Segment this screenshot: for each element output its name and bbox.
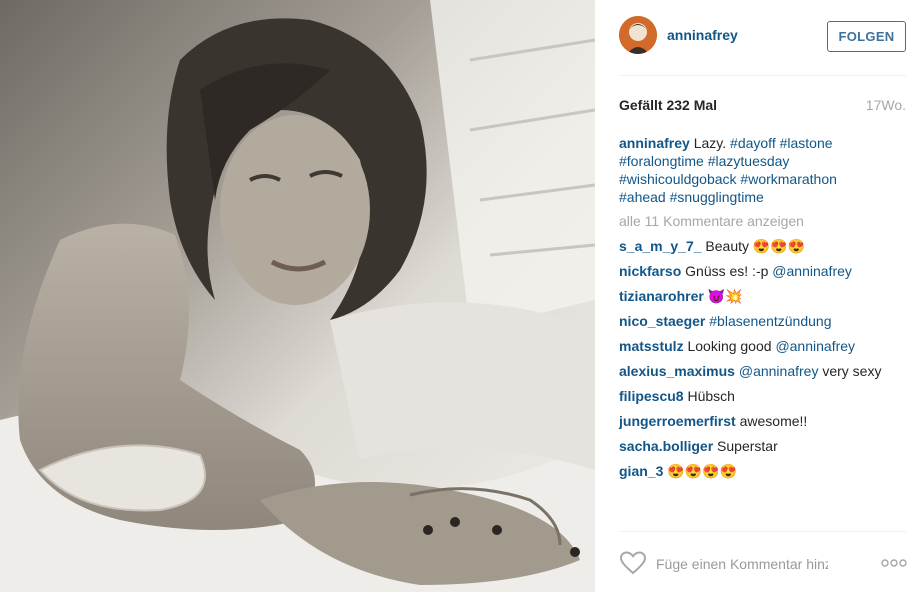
caption-text: Lazy.	[693, 135, 727, 151]
footer-divider	[619, 531, 906, 532]
comment-item: nico_staeger #blasenentzündung	[619, 313, 909, 338]
follow-button[interactable]: FOLGEN	[827, 21, 906, 52]
post-header: anninafrey FOLGEN	[595, 0, 916, 76]
comment-text: 😈💥	[707, 288, 743, 304]
comment-hashtag[interactable]: #blasenentzündung	[709, 313, 831, 329]
comment-username[interactable]: alexius_maximus	[619, 363, 735, 379]
hashtag[interactable]: #ahead	[619, 189, 666, 205]
avatar[interactable]	[619, 16, 657, 54]
heart-icon[interactable]	[619, 551, 647, 575]
comment-username[interactable]: filipescu8	[619, 388, 684, 404]
comment-username[interactable]: jungerroemerfirst	[619, 413, 736, 429]
like-count[interactable]: Gefällt 232 Mal	[619, 97, 717, 113]
comment-username[interactable]: matsstulz	[619, 338, 684, 354]
hashtag[interactable]: #dayoff	[730, 135, 776, 151]
author-username[interactable]: anninafrey	[667, 27, 738, 43]
comment-username[interactable]: gian_3	[619, 463, 663, 479]
comment-text: Hübsch	[687, 388, 735, 404]
caption-username[interactable]: anninafrey	[619, 135, 690, 151]
hashtag[interactable]: #lazytuesday	[708, 153, 790, 169]
show-all-comments-link[interactable]: alle 11 Kommentare anzeigen	[619, 213, 804, 229]
comment-item: tizianarohrer 😈💥	[619, 288, 909, 313]
hashtag[interactable]: #workmarathon	[740, 171, 837, 187]
comment-text: awesome!!	[739, 413, 808, 429]
avatar-image	[619, 16, 657, 54]
header-divider	[619, 75, 906, 76]
comment-item: matsstulz Looking good @anninafrey	[619, 338, 909, 363]
comment-input[interactable]	[656, 554, 828, 574]
hashtag[interactable]: #foralongtime	[619, 153, 704, 169]
comment-text: Superstar	[717, 438, 778, 454]
comment-text: very sexy	[822, 363, 882, 379]
hashtag[interactable]: #wishicouldgoback	[619, 171, 737, 187]
comment-item: s_a_m_y_7_ Beauty 😍😍😍	[619, 238, 909, 263]
comment-username[interactable]: nickfarso	[619, 263, 681, 279]
comment-item: nickfarso Gnüss es! :-p @anninafrey	[619, 263, 909, 288]
comment-text: 😍😍😍😍	[667, 463, 737, 479]
post-age[interactable]: 17Wo.	[866, 97, 906, 113]
comment-item: alexius_maximus @anninafrey very sexy	[619, 363, 909, 388]
comment-item: sacha.bolliger Superstar	[619, 438, 909, 463]
comment-mention[interactable]: @anninafrey	[739, 363, 819, 379]
comment-mention[interactable]: @anninafrey	[775, 338, 855, 354]
comment-text: Looking good	[687, 338, 772, 354]
comment-username[interactable]: tizianarohrer	[619, 288, 704, 304]
comment-text: Gnüss es! :-p	[685, 263, 769, 279]
post-sidebar: anninafrey FOLGEN Gefällt 232 Mal 17Wo. …	[595, 0, 916, 592]
photo-illustration	[0, 0, 595, 592]
post-caption: anninafrey Lazy. #dayoff #lastone #foral…	[619, 134, 879, 206]
comment-username[interactable]: sacha.bolliger	[619, 438, 713, 454]
more-options-icon[interactable]	[881, 556, 907, 568]
post-photo[interactable]	[0, 0, 595, 592]
comment-text: Beauty 😍😍😍	[705, 238, 806, 254]
comment-mention[interactable]: @anninafrey	[772, 263, 852, 279]
comment-list: s_a_m_y_7_ Beauty 😍😍😍 nickfarso Gnüss es…	[619, 238, 909, 488]
comment-item: gian_3 😍😍😍😍	[619, 463, 909, 488]
hashtag[interactable]: #lastone	[780, 135, 833, 151]
comment-item: filipescu8 Hübsch	[619, 388, 909, 413]
comment-username[interactable]: nico_staeger	[619, 313, 705, 329]
hashtag[interactable]: #snugglingtime	[670, 189, 764, 205]
comment-username[interactable]: s_a_m_y_7_	[619, 238, 702, 254]
comment-item: jungerroemerfirst awesome!!	[619, 413, 909, 438]
